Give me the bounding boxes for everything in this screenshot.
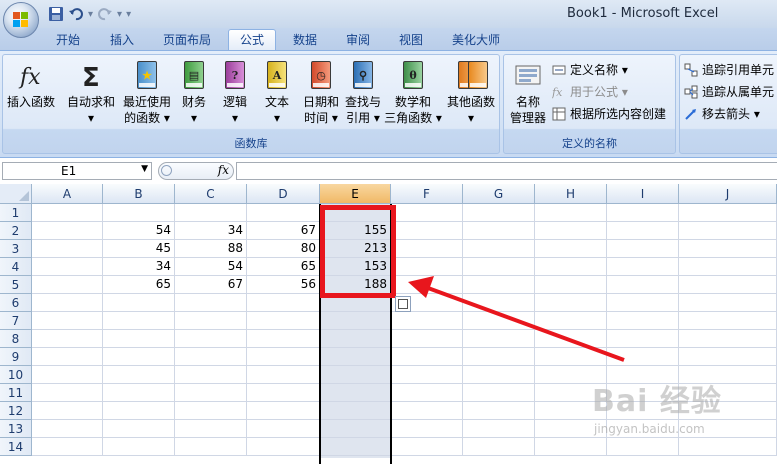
watermark-url: jingyan.baidu.com	[594, 422, 705, 436]
office-button[interactable]	[3, 2, 39, 38]
office-logo-icon	[13, 12, 29, 28]
watermark-logo: Bai 经验	[592, 384, 722, 419]
